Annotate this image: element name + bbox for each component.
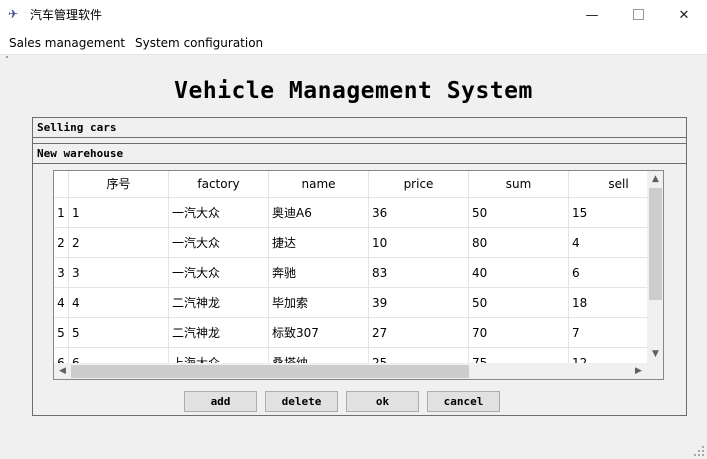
table-cell[interactable]: 80: [469, 228, 569, 258]
table-cell[interactable]: 标致307: [269, 318, 369, 348]
table-cell[interactable]: 2: [69, 228, 169, 258]
table-cell[interactable]: 4: [69, 288, 169, 318]
section-selling-cars[interactable]: Selling cars: [32, 117, 687, 138]
add-button[interactable]: add: [184, 391, 257, 412]
chevron-right-icon[interactable]: ▶: [630, 363, 647, 379]
table-cell[interactable]: 5: [69, 318, 169, 348]
maximize-button[interactable]: [615, 0, 661, 31]
table-cell[interactable]: 1: [69, 198, 169, 228]
table-cell[interactable]: 奔驰: [269, 258, 369, 288]
table-cell[interactable]: 一汽大众: [169, 228, 269, 258]
column-header-factory[interactable]: factory: [169, 171, 269, 198]
window-title: 汽车管理软件: [30, 8, 103, 22]
ok-button[interactable]: ok: [346, 391, 419, 412]
chevron-left-icon[interactable]: ◀: [54, 363, 71, 379]
column-header-index[interactable]: 序号: [69, 171, 169, 198]
table-cell[interactable]: 36: [369, 198, 469, 228]
table-cell[interactable]: 27: [369, 318, 469, 348]
cancel-button[interactable]: cancel: [427, 391, 500, 412]
scrollbar-corner: [647, 363, 663, 379]
vertical-scroll-thumb[interactable]: [649, 188, 662, 300]
table-cell[interactable]: 70: [469, 318, 569, 348]
table-cell[interactable]: 50: [469, 288, 569, 318]
app-logo-icon: ✈: [8, 7, 19, 21]
table-cell[interactable]: 捷达: [269, 228, 369, 258]
menu-system-configuration[interactable]: System configuration: [135, 35, 263, 51]
maximize-icon: [632, 9, 644, 20]
page-title: Vehicle Management System: [174, 78, 533, 104]
close-button[interactable]: ✕: [661, 0, 707, 31]
table-cell[interactable]: 奥迪A6: [269, 198, 369, 228]
row-header[interactable]: 3: [54, 258, 69, 288]
table-cell[interactable]: 3: [69, 258, 169, 288]
row-header[interactable]: 5: [54, 318, 69, 348]
row-header[interactable]: 2: [54, 228, 69, 258]
menu-sales-management[interactable]: Sales management: [9, 35, 125, 51]
minimize-button[interactable]: —: [569, 0, 615, 31]
table-cell[interactable]: 二汽神龙: [169, 318, 269, 348]
title-bar: ✈ 汽车管理软件 — ✕: [0, 0, 707, 31]
horizontal-scroll-thumb[interactable]: [71, 365, 469, 378]
table-corner: [54, 171, 69, 198]
delete-button[interactable]: delete: [265, 391, 338, 412]
column-header-price[interactable]: price: [369, 171, 469, 198]
toolbar-grip: [6, 56, 8, 58]
chevron-up-icon[interactable]: ▲: [647, 171, 663, 188]
table-cell[interactable]: 40: [469, 258, 569, 288]
table-cell[interactable]: 83: [369, 258, 469, 288]
table-cell[interactable]: 一汽大众: [169, 258, 269, 288]
section-new-warehouse[interactable]: New warehouse: [32, 143, 687, 164]
horizontal-scrollbar[interactable]: ◀ ▶: [54, 363, 647, 379]
vertical-scrollbar[interactable]: ▲ ▼: [647, 171, 663, 363]
row-header[interactable]: 4: [54, 288, 69, 318]
row-header[interactable]: 1: [54, 198, 69, 228]
table-cell[interactable]: 毕加索: [269, 288, 369, 318]
table-cell[interactable]: 一汽大众: [169, 198, 269, 228]
vehicle-table[interactable]: 序号 factory name price sum sell 1 1 一汽大众 …: [53, 170, 664, 380]
column-header-name[interactable]: name: [269, 171, 369, 198]
table-cell[interactable]: 39: [369, 288, 469, 318]
menu-bar: Sales management System configuration: [0, 31, 707, 55]
chevron-down-icon[interactable]: ▼: [647, 346, 663, 363]
table-cell[interactable]: 50: [469, 198, 569, 228]
resize-grip-icon[interactable]: [694, 446, 704, 456]
column-header-sum[interactable]: sum: [469, 171, 569, 198]
table-cell[interactable]: 二汽神龙: [169, 288, 269, 318]
table-cell[interactable]: 10: [369, 228, 469, 258]
